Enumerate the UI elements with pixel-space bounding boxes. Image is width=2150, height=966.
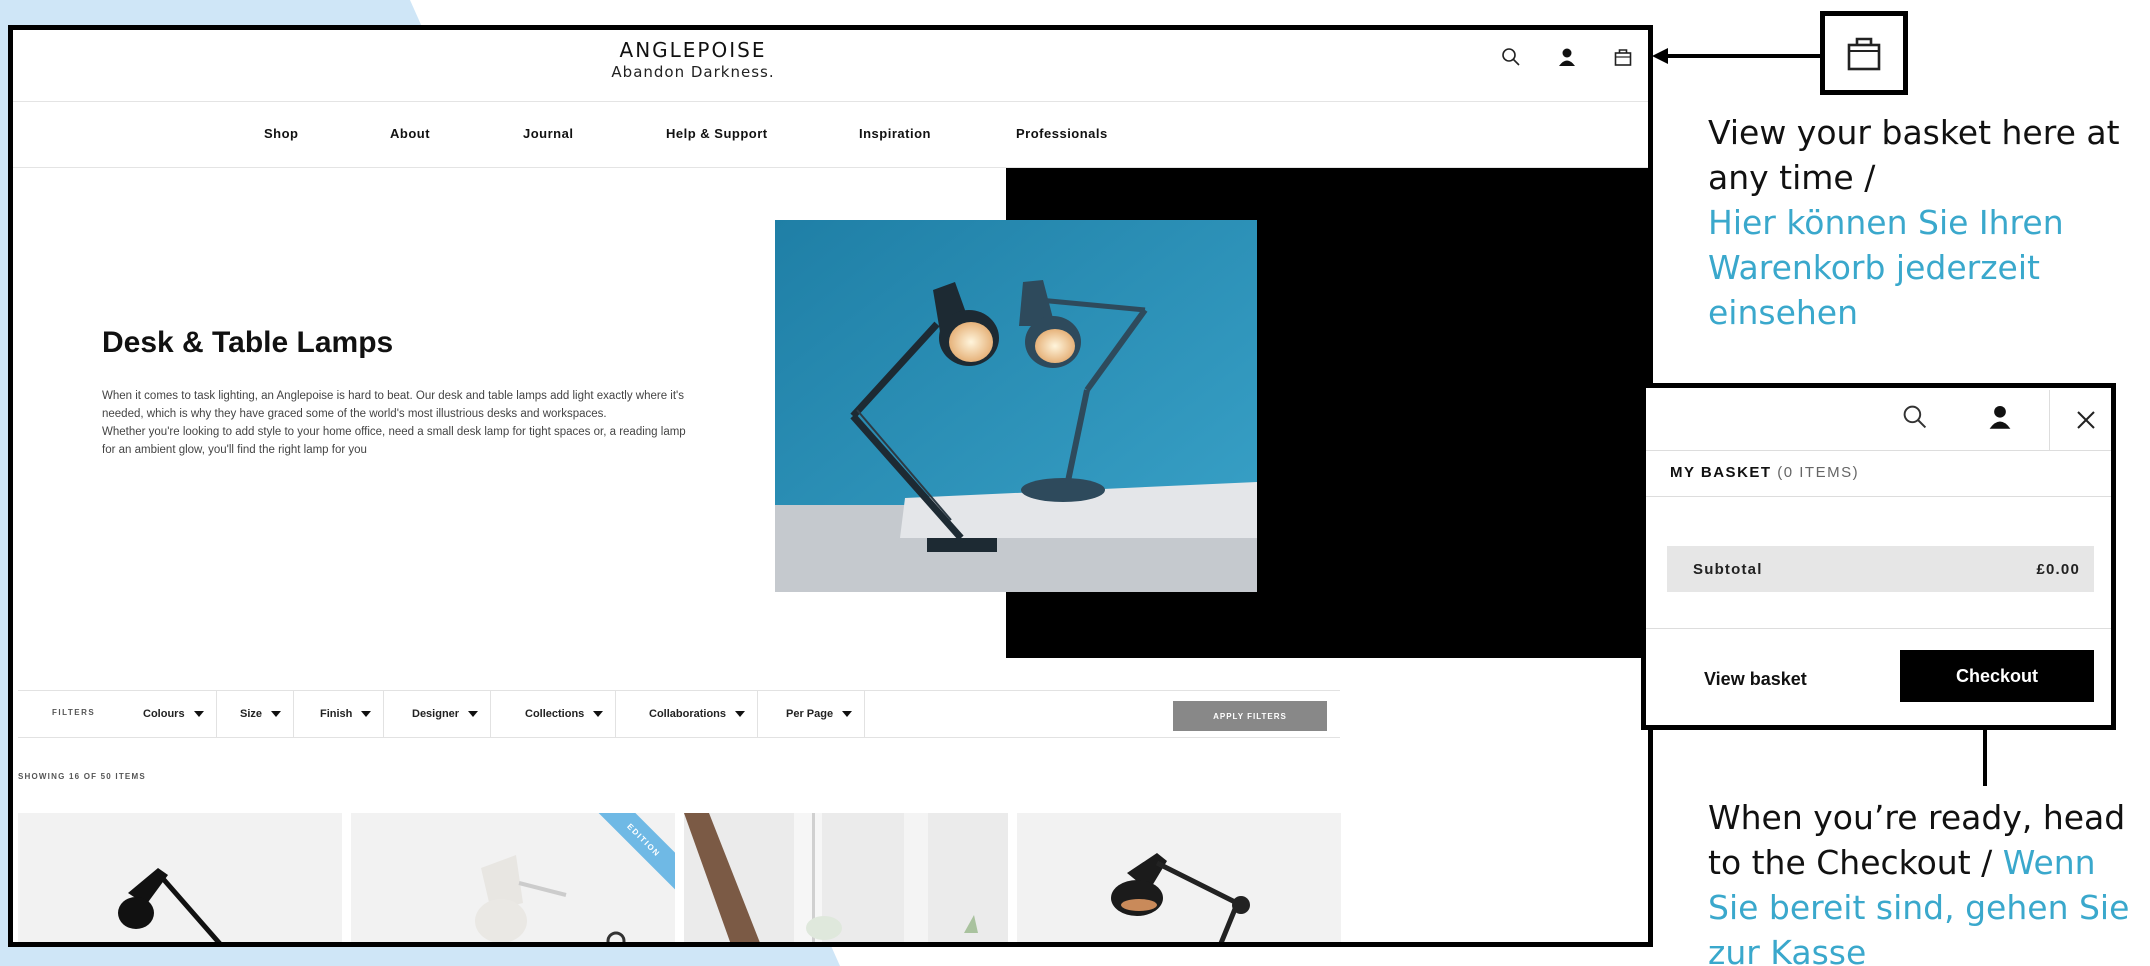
product-card[interactable] (684, 813, 1008, 942)
header-icons (1498, 44, 1636, 70)
showing-suffix: ITEMS (115, 772, 146, 781)
checkout-annotation: When you’re ready, head to the Checkout … (1708, 795, 2148, 966)
account-icon[interactable] (1554, 44, 1580, 70)
basket-annotation-en: View your basket here at any time / (1708, 113, 2120, 197)
filter-colours[interactable]: Colours (131, 691, 217, 737)
filters-label: FILTERS (52, 708, 96, 717)
mini-basket-header (1646, 388, 2111, 450)
nav-professionals[interactable]: Professionals (1016, 126, 1108, 141)
description-paragraph-2: Whether you're looking to add style to y… (102, 426, 686, 456)
nav-about[interactable]: About (390, 126, 430, 141)
black-lamp-image (118, 868, 222, 942)
filter-collections[interactable]: Collections (513, 691, 617, 737)
showing-middle: OF (83, 772, 98, 781)
filter-bar: FILTERS Colours Size Finish Designer Col… (18, 690, 1340, 738)
filter-per-page-label: Per Page (786, 708, 834, 720)
caret-down-icon (735, 711, 746, 717)
basket-icon (1847, 37, 1881, 71)
showing-total: 50 (100, 772, 112, 781)
view-basket-link[interactable]: View basket (1704, 669, 1807, 690)
caret-down-icon (361, 711, 372, 717)
basket-title-label: MY BASKET (1670, 464, 1772, 481)
mini-basket-panel: MY BASKET (0 ITEMS) Subtotal £0.00 View … (1641, 383, 2116, 730)
caret-down-icon (193, 711, 204, 717)
filter-colours-label: Colours (143, 708, 185, 720)
description-paragraph-1: When it comes to task lighting, an Angle… (102, 390, 684, 420)
hero-lamps-image (775, 220, 1257, 592)
brand-logo[interactable]: ANGLEPOISE Abandon Darkness. (603, 38, 783, 81)
nav-help-support[interactable]: Help & Support (666, 126, 768, 141)
caret-down-icon (271, 711, 282, 717)
subtotal-value: £0.00 (2036, 561, 2080, 578)
filter-collections-label: Collections (525, 708, 585, 720)
filter-collaborations-label: Collaborations (649, 708, 727, 720)
nav-inspiration[interactable]: Inspiration (859, 126, 931, 141)
basket-icon[interactable] (1610, 44, 1636, 70)
product-grid: EDITION (18, 813, 1341, 942)
divider (1646, 450, 2111, 451)
divider (1646, 496, 2111, 497)
product-card[interactable] (18, 813, 342, 942)
basket-annotation-de: Hier können Sie Ihren Warenkorb jederzei… (1708, 203, 2064, 332)
caret-down-icon (468, 711, 479, 717)
search-icon[interactable] (1900, 402, 1930, 432)
basket-item-count: (0 ITEMS) (1777, 464, 1860, 481)
nav-journal[interactable]: Journal (523, 126, 573, 141)
caret-down-icon (593, 711, 604, 717)
showing-shown: 16 (68, 772, 81, 781)
product-card[interactable] (1017, 813, 1341, 942)
filter-finish-label: Finish (320, 708, 353, 720)
divider (1646, 628, 2111, 629)
basket-annotation: View your basket here at any time / Hier… (1708, 110, 2128, 335)
showing-prefix: SHOWING (18, 772, 66, 781)
filter-collaborations[interactable]: Collaborations (637, 691, 759, 737)
filter-designer-label: Designer (412, 708, 460, 720)
subtotal-label: Subtotal (1693, 561, 1763, 578)
results-count: SHOWING 16 OF 50 ITEMS (18, 772, 146, 781)
checkout-button[interactable]: Checkout (1900, 650, 2094, 702)
filter-size-label: Size (240, 708, 263, 720)
subtotal-row: Subtotal £0.00 (1667, 546, 2094, 592)
page-title: Desk & Table Lamps (102, 326, 394, 359)
nav-shop[interactable]: Shop (264, 126, 299, 141)
caret-down-icon (842, 711, 853, 717)
site-header: ANGLEPOISE Abandon Darkness. (13, 30, 1648, 102)
black-copper-lamp-image (1111, 853, 1250, 942)
filter-designer[interactable]: Designer (400, 691, 492, 737)
basket-title: MY BASKET (0 ITEMS) (1670, 464, 1859, 481)
search-icon[interactable] (1498, 44, 1524, 70)
close-icon (2076, 411, 2095, 429)
category-description: When it comes to task lighting, an Angle… (102, 387, 692, 459)
apply-filters-button[interactable]: APPLY FILTERS (1173, 701, 1327, 731)
arrow-line-basket (1668, 54, 1822, 58)
main-navigation: Shop About Journal Help & Support Inspir… (13, 102, 1648, 168)
brand-tagline: Abandon Darkness. (611, 63, 775, 81)
filter-finish[interactable]: Finish (308, 691, 385, 737)
account-icon[interactable] (1985, 402, 2015, 432)
close-basket-button[interactable] (2049, 390, 2111, 450)
product-card[interactable]: EDITION (351, 813, 675, 942)
brand-name: ANGLEPOISE (619, 38, 767, 62)
filter-per-page[interactable]: Per Page (774, 691, 866, 737)
lifestyle-lamp-image (684, 813, 978, 942)
arrow-head-left (1652, 48, 1668, 64)
filter-size[interactable]: Size (228, 691, 295, 737)
website-screenshot: ANGLEPOISE Abandon Darkness. Shop About … (8, 25, 1653, 947)
basket-icon-callout (1820, 11, 1908, 95)
